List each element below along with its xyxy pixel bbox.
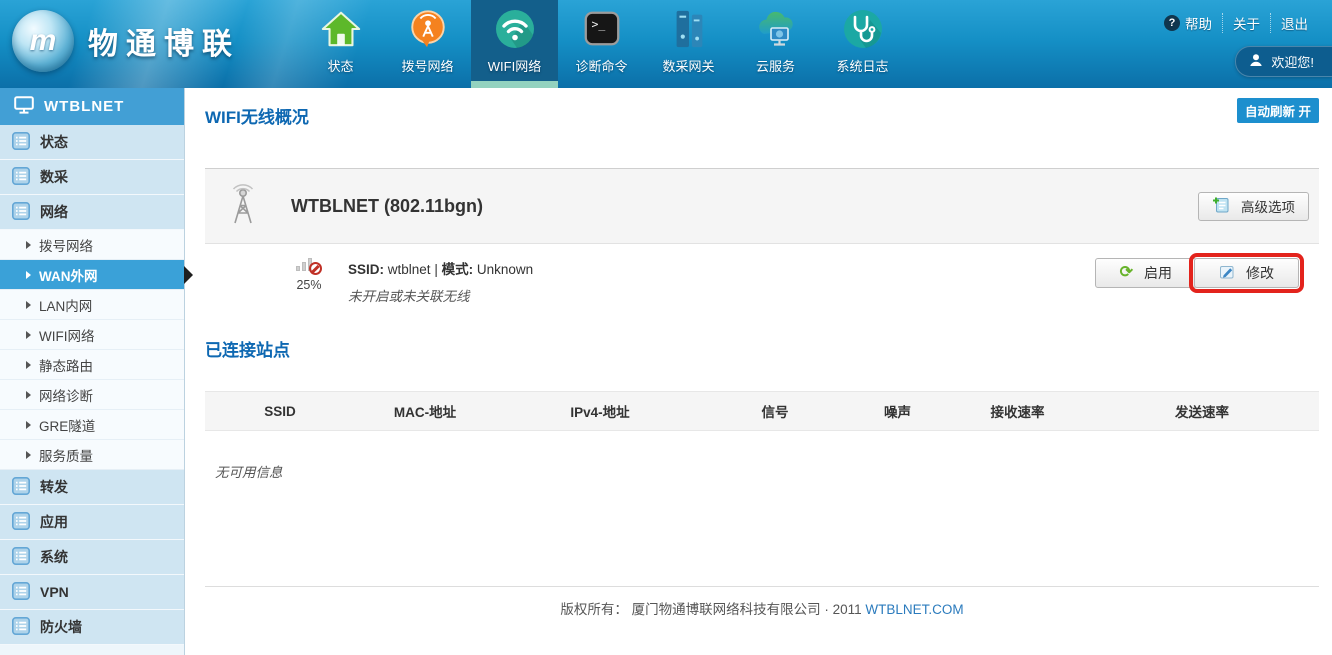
- home-icon: [318, 6, 364, 52]
- sidebar-item-qos[interactable]: 服务质量: [0, 440, 184, 470]
- main-nav: 状态 拨号网络 WIFI网络 >_ 诊断命令 数采网关: [297, 0, 906, 88]
- nav-item-diagnostic-command[interactable]: >_ 诊断命令: [558, 0, 645, 88]
- sidebar-item-static-route[interactable]: 静态路由: [0, 350, 184, 380]
- list-icon: [12, 617, 30, 638]
- col-ssid: SSID: [205, 392, 355, 431]
- radio-text: SSID: wtblnet | 模式: Unknown 未开启或未关联无线: [348, 257, 533, 313]
- logout-link[interactable]: 退出: [1270, 13, 1318, 33]
- list-icon: [12, 582, 30, 603]
- sidebar-item-firewall[interactable]: 防火墙: [0, 610, 184, 645]
- advanced-options-button[interactable]: 高级选项: [1198, 192, 1309, 221]
- about-link[interactable]: 关于: [1222, 13, 1270, 33]
- brand-name: 物通博联: [88, 19, 240, 63]
- signal-block: 25%: [280, 257, 338, 313]
- radio-name: WTBLNET (802.11bgn): [291, 196, 483, 217]
- no-data-text: 无可用信息: [215, 461, 1319, 481]
- page-title: WIFI无线概况: [205, 103, 1319, 128]
- col-signal: 信号: [705, 392, 845, 431]
- edit-pencil-icon: [1219, 264, 1235, 283]
- footer: 版权所有： 厦门物通博联网络科技有限公司 · 2011 WTBLNET.COM: [205, 586, 1319, 618]
- list-icon: [12, 167, 30, 188]
- enable-button[interactable]: ⟳ 启用: [1095, 258, 1197, 288]
- signal-percent: 25%: [296, 278, 321, 292]
- nav-item-dial-network[interactable]: 拨号网络: [384, 0, 471, 88]
- top-header: m 物通博联 状态 拨号网络 WIFI网络 >_ 诊断命令: [0, 0, 1332, 88]
- server-gateway-icon: [666, 6, 712, 52]
- auto-refresh-toggle[interactable]: 自动刷新 开: [1237, 98, 1319, 123]
- radio-overview-band: WTBLNET (802.11bgn) 高级选项: [205, 168, 1319, 244]
- connected-stations-table: SSID MAC-地址 IPv4-地址 信号 噪声 接收速率 发送速率: [205, 391, 1319, 431]
- sidebar-item-status[interactable]: 状态: [0, 125, 184, 160]
- list-icon: [12, 547, 30, 568]
- sidebar: WTBLNET 状态 数采 网络 拨号网络 WAN外网 LAN内网 WIFI网络…: [0, 88, 185, 655]
- col-rx-rate: 接收速率: [950, 392, 1085, 431]
- sidebar-filler: [0, 645, 184, 655]
- connected-stations-title: 已连接站点: [205, 336, 1319, 361]
- radio-detail-row: 25% SSID: wtblnet | 模式: Unknown 未开启或未关联无…: [205, 244, 1319, 313]
- help-icon: ?: [1164, 15, 1180, 31]
- brand-logo: m 物通博联: [12, 10, 240, 72]
- footer-site-link[interactable]: WTBLNET.COM: [865, 602, 963, 617]
- modify-button[interactable]: 修改: [1194, 258, 1299, 288]
- sidebar-item-vpn[interactable]: VPN: [0, 575, 184, 610]
- submenu-arrow-icon: [26, 301, 31, 309]
- sidebar-device-header: WTBLNET: [0, 88, 184, 125]
- sidebar-item-data-acquisition[interactable]: 数采: [0, 160, 184, 195]
- main-content: WIFI无线概况 自动刷新 开 WTBLNET (802.11bgn) 高级选项: [185, 88, 1332, 655]
- logo-sphere-icon: m: [12, 10, 74, 72]
- list-icon: [12, 477, 30, 498]
- sidebar-item-dial-network[interactable]: 拨号网络: [0, 230, 184, 260]
- sidebar-item-network[interactable]: 网络: [0, 195, 184, 230]
- sidebar-item-application[interactable]: 应用: [0, 505, 184, 540]
- dial-network-icon: [405, 6, 451, 52]
- list-icon: [12, 202, 30, 223]
- terminal-icon: >_: [579, 6, 625, 52]
- top-links: ? 帮助 关于 退出: [1154, 13, 1318, 33]
- monitor-icon: [14, 96, 34, 118]
- nav-item-data-gateway[interactable]: 数采网关: [645, 0, 732, 88]
- help-link[interactable]: ? 帮助: [1154, 13, 1222, 33]
- nav-item-system-log[interactable]: 系统日志: [819, 0, 906, 88]
- svg-text:>_: >_: [591, 17, 605, 31]
- sidebar-item-network-diagnosis[interactable]: 网络诊断: [0, 380, 184, 410]
- stethoscope-icon: [840, 6, 886, 52]
- submenu-arrow-icon: [26, 271, 31, 279]
- copyright-text: 版权所有： 厦门物通博联网络科技有限公司 · 2011: [560, 602, 861, 617]
- submenu-arrow-icon: [26, 331, 31, 339]
- submenu-arrow-icon: [26, 421, 31, 429]
- sidebar-item-wan[interactable]: WAN外网: [0, 260, 184, 290]
- sidebar-item-system[interactable]: 系统: [0, 540, 184, 575]
- sidebar-item-gre-tunnel[interactable]: GRE隧道: [0, 410, 184, 440]
- col-mac: MAC-地址: [355, 392, 495, 431]
- refresh-icon: ⟳: [1120, 265, 1133, 281]
- sidebar-item-forwarding[interactable]: 转发: [0, 470, 184, 505]
- user-icon: [1249, 53, 1263, 70]
- submenu-arrow-icon: [26, 241, 31, 249]
- nav-item-status[interactable]: 状态: [297, 0, 384, 88]
- table-header-row: SSID MAC-地址 IPv4-地址 信号 噪声 接收速率 发送速率: [205, 392, 1319, 431]
- cloud-service-icon: [753, 6, 799, 52]
- wifi-icon: [492, 6, 538, 52]
- submenu-arrow-icon: [26, 361, 31, 369]
- sidebar-item-wifi[interactable]: WIFI网络: [0, 320, 184, 350]
- signal-disabled-icon: [296, 257, 322, 275]
- welcome-badge[interactable]: 欢迎您!: [1235, 46, 1332, 77]
- radio-status-text: 未开启或未关联无线: [348, 285, 533, 305]
- nav-item-cloud-service[interactable]: 云服务: [732, 0, 819, 88]
- advanced-options-icon: [1212, 196, 1230, 217]
- list-icon: [12, 132, 30, 153]
- submenu-arrow-icon: [26, 451, 31, 459]
- col-tx-rate: 发送速率: [1085, 392, 1319, 431]
- antenna-icon: [223, 181, 263, 232]
- nav-item-wifi[interactable]: WIFI网络: [471, 0, 558, 88]
- submenu-arrow-icon: [26, 391, 31, 399]
- col-ipv4: IPv4-地址: [495, 392, 705, 431]
- sidebar-item-lan[interactable]: LAN内网: [0, 290, 184, 320]
- list-icon: [12, 512, 30, 533]
- col-noise: 噪声: [845, 392, 950, 431]
